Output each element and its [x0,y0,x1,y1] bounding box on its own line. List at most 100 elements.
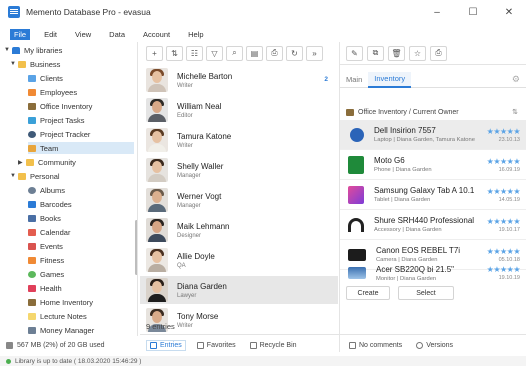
app-window: Memento Database Pro - evasua – ☐ ✕ File… [0,0,526,366]
tree-item-employees[interactable]: Employees [28,86,77,98]
tree-item-home-inventory[interactable]: Home Inventory [28,296,93,308]
edit-icon[interactable]: ✎ [346,45,363,61]
tree-group-personal[interactable]: ▼ Personal [10,170,60,182]
tab-entries[interactable]: Entries [146,339,186,351]
tree-item-office-inventory[interactable]: Office Inventory [28,100,92,112]
disk-icon [6,341,13,349]
comment-icon [349,341,356,349]
more-icon[interactable]: » [306,45,323,61]
print-icon[interactable]: ⎙ [266,45,283,61]
inventory-item[interactable]: Samsung Galaxy Tab A 10.1 Tablet | Diana … [340,180,526,210]
rating-stars: ★★★★★ [486,246,521,256]
window-title: Memento Database Pro - evasua [26,7,151,17]
list-item-selected[interactable]: Diana Garden Lawyer [140,276,338,304]
tab-versions[interactable]: Versions [413,341,456,350]
menu-account[interactable]: Account [139,29,174,40]
list-item[interactable]: Werner Vogt Manager [140,186,338,214]
tree-item-clients[interactable]: Clients [28,72,63,84]
tab-recycle-bin[interactable]: Recycle Bin [247,341,300,350]
inventory-actions: Create Select [346,286,454,300]
rating-stars: ★★★★★ [486,186,521,196]
tab-comments[interactable]: No comments [346,341,405,350]
avatar [146,68,168,92]
menu-help[interactable]: Help [184,29,207,40]
tree-item-project-tasks[interactable]: Project Tasks [28,114,84,126]
list-item[interactable]: Michelle Barton Writer 2 [140,66,338,94]
tree-item-books[interactable]: Books [28,212,61,224]
avatar [146,158,168,182]
history-icon [416,341,424,349]
create-button[interactable]: Create [346,286,390,300]
close-button[interactable]: ✕ [492,0,526,24]
view-mode-icon[interactable]: ▤ [246,45,263,61]
tree-item-fitness[interactable]: Fitness [28,254,64,266]
list-item[interactable]: William Neal Editor [140,96,338,124]
tree-item-health[interactable]: Health [28,282,62,294]
avatar [146,188,168,212]
tree-item-events[interactable]: Events [28,240,63,252]
rating-stars: ★★★★★ [486,216,521,226]
inventory-item[interactable]: Shure SRH440 Professional Accessory | Dia… [340,210,526,240]
group-icon[interactable]: ☷ [186,45,203,61]
tree-item-team[interactable]: Team [28,142,134,154]
tree-root[interactable]: ▼ My libraries [4,44,62,56]
menu-data[interactable]: Data [105,29,129,40]
tree-scrollbar[interactable] [135,220,137,275]
delete-icon[interactable]: 🗑 [388,45,405,61]
comment-badge: 2 [324,76,328,83]
laptop-icon [350,127,364,142]
collapse-arrow-icon[interactable]: ▶ [18,159,26,166]
tree-item-albums[interactable]: Albums [28,184,65,196]
search-icon[interactable]: ⌕ [226,45,243,61]
detail-toolbar: ✎ ⧉ 🗑 ☆ ⎙ [346,42,524,64]
favorite-icon[interactable]: ☆ [409,45,426,61]
clients-icon [28,74,36,82]
inventory-item[interactable]: Moto G6 Phone | Diana Garden ★★★★★ 16.09.1… [340,150,526,180]
toolbar-divider [340,64,526,65]
barcode-icon [28,200,36,208]
tree-item-money-manager[interactable]: Money Manager [28,324,94,336]
print-icon[interactable]: ⎙ [430,45,447,61]
select-button[interactable]: Select [398,286,454,300]
tree-item-lecture-notes[interactable]: Lecture Notes [28,310,87,322]
inventory-item[interactable]: Acer SB220Q bi 21.5" Monitor | Diana Gard… [340,262,526,284]
tree-item-calendar[interactable]: Calendar [28,226,70,238]
filter-icon[interactable]: ▽ [206,45,223,61]
heart-icon [28,284,36,292]
tree-group-community[interactable]: ▶ Community [18,156,76,168]
tree-item-games[interactable]: Games [28,268,64,280]
list-item[interactable]: Shelly Waller Manager [140,156,338,184]
tab-favorites[interactable]: Favorites [194,341,239,350]
tree-item-project-tracker[interactable]: Project Tracker [28,128,90,140]
menu-file[interactable]: File [10,28,31,40]
list-item[interactable]: Maik Lehmann Designer [140,216,338,244]
minimize-button[interactable]: – [420,0,454,24]
tab-main[interactable]: Main [340,72,368,88]
tree-item-barcodes[interactable]: Barcodes [28,198,72,210]
detail-bottom-tabs: No comments Versions [346,338,456,352]
expand-arrow-icon[interactable]: ▼ [4,47,12,53]
list-item[interactable]: Tamura Katone Writer [140,126,338,154]
menu-bar: File Edit View Data Account Help [0,26,526,42]
sync-icon[interactable]: ↻ [286,45,303,61]
cloud-icon [12,46,20,54]
maximize-button[interactable]: ☐ [456,0,490,24]
tab-inventory[interactable]: Inventory [368,71,412,88]
sort-icon[interactable]: ⇅ [512,108,518,116]
expand-arrow-icon[interactable]: ▼ [10,173,18,179]
tree-group-business[interactable]: ▼ Business [10,58,60,70]
gear-icon[interactable]: ⚙ [512,74,520,85]
expand-arrow-icon[interactable]: ▼ [10,61,18,67]
copy-icon[interactable]: ⧉ [367,45,384,61]
calendar-icon [28,228,36,236]
add-entry-button[interactable]: + [146,45,163,61]
menu-edit[interactable]: Edit [40,29,61,40]
menu-view[interactable]: View [71,29,95,40]
folder-icon [26,158,34,166]
bottom-divider [140,334,526,335]
inventory-item[interactable]: Dell Insirion 7557 Laptop | Diana Garden,… [340,120,526,150]
inventory-icon [346,108,354,116]
list-item[interactable]: Allie Doyle QA [140,246,338,274]
headphones-icon [348,217,364,232]
sort-icon[interactable]: ⇅ [166,45,183,61]
